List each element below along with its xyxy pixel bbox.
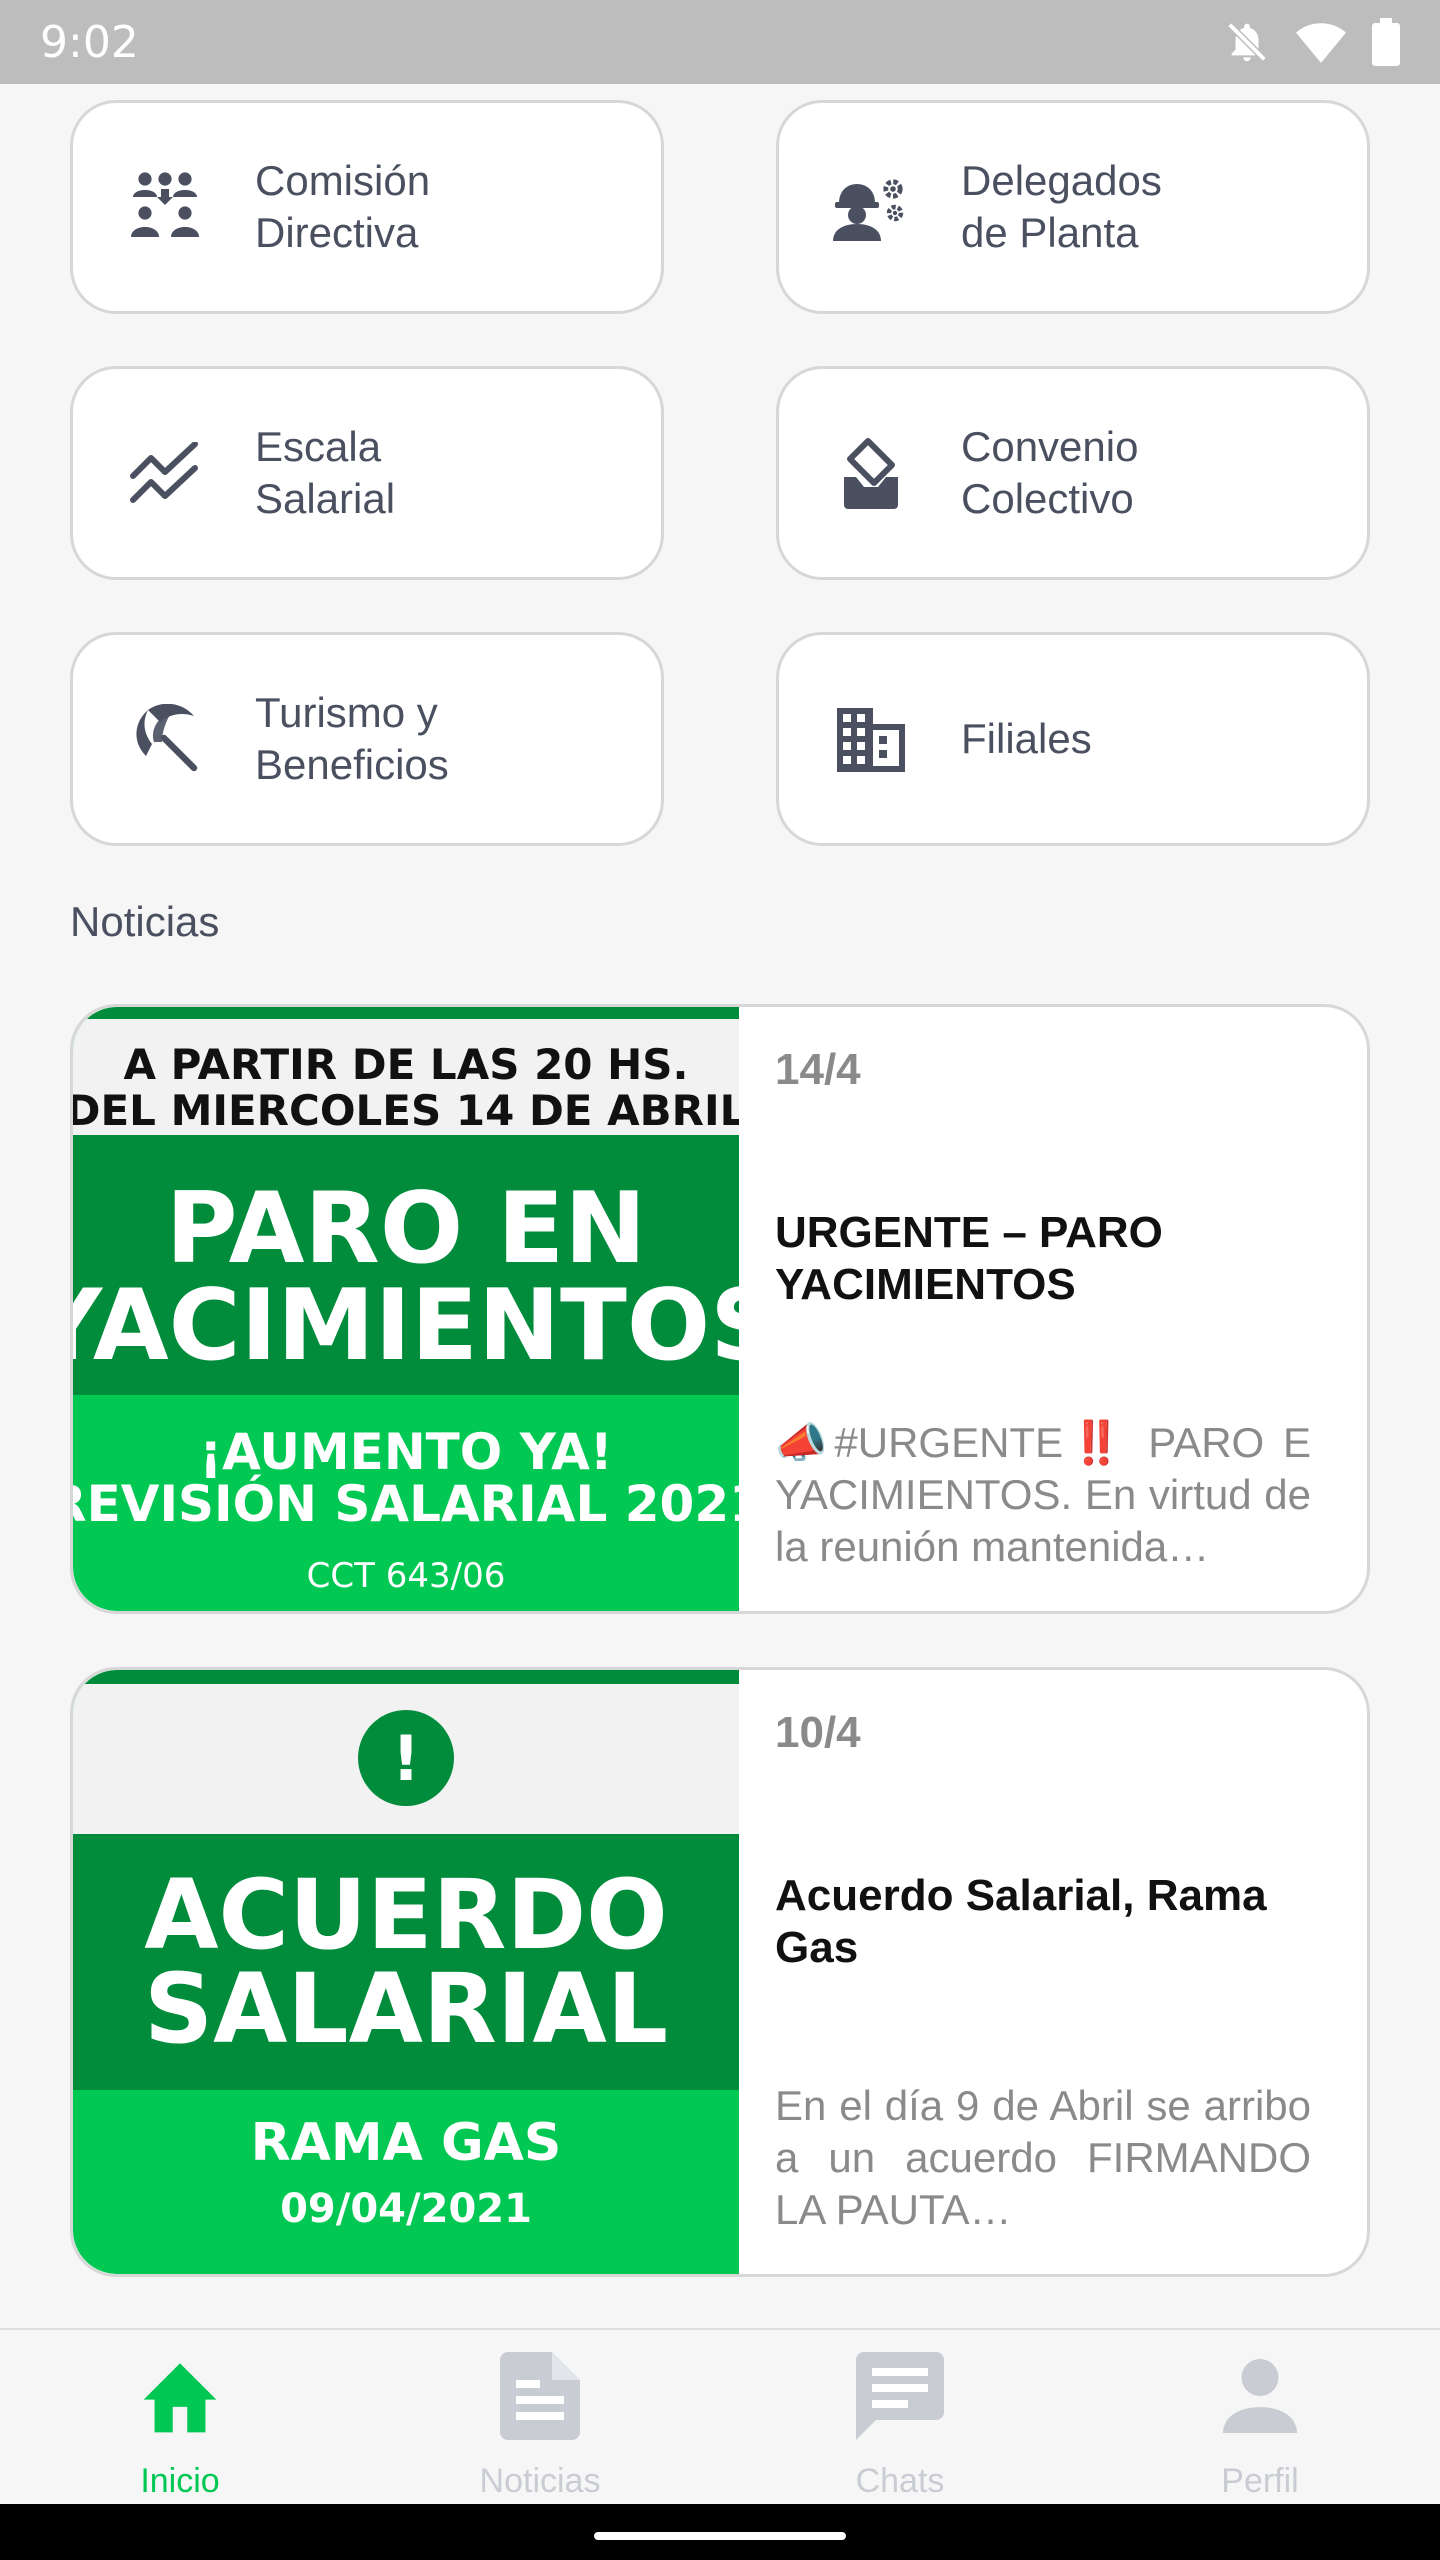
nav-label-inicio: Inicio: [140, 2462, 220, 2500]
filiales-button[interactable]: Filiales: [776, 632, 1370, 846]
home-gesture-handle[interactable]: [594, 2532, 846, 2540]
comision-directiva-button[interactable]: Comisión Directiva: [70, 100, 664, 314]
news-image-graphic: A PARTIR DE LAS 20 HS. DEL MIERCOLES 14 …: [73, 1007, 739, 1611]
home-icon: [143, 2363, 217, 2433]
image-main-line2: SALARIAL: [144, 1953, 668, 2065]
building-icon: [837, 708, 905, 772]
status-time: 9:02: [40, 16, 139, 68]
image-alert-mark: !: [392, 1722, 420, 1795]
notifications-off-icon: [1227, 22, 1267, 62]
nav-label-perfil: Perfil: [1221, 2462, 1299, 2500]
status-icons: [1224, 18, 1400, 66]
person-icon: [1223, 2359, 1297, 2433]
chat-icon: [856, 2352, 944, 2440]
battery-icon: [1372, 18, 1400, 66]
news-image: A PARTIR DE LAS 20 HS. DEL MIERCOLES 14 …: [73, 1007, 739, 1611]
news-body: 14/4 URGENTE – PARO YACIMIENTOS 📣#URGENT…: [775, 1007, 1345, 1611]
image-top-line1: A PARTIR DE LAS 20 HS.: [124, 1040, 689, 1089]
news-excerpt: En el día 9 de Abril se arribo a un acue…: [775, 2082, 1311, 2233]
delegados-de-planta-label: Delegados de Planta: [961, 157, 1162, 256]
image-bottom-line2: 09/04/2021: [280, 2186, 532, 2232]
nav-label-chats: Chats: [855, 2462, 945, 2500]
news-excerpt: 📣#URGENTE‼️ PARO E YACIMIENTOS. En virtu…: [775, 1419, 1311, 1570]
status-bar: 9:02: [0, 0, 1440, 84]
convenio-colectivo-label: Convenio Colectivo: [961, 423, 1139, 522]
bottom-nav: Inicio Noticias Chats Perfil: [0, 2328, 1440, 2504]
turismo-y-beneficios-label: Turismo y Beneficios: [255, 689, 449, 788]
news-card[interactable]: A PARTIR DE LAS 20 HS. DEL MIERCOLES 14 …: [70, 1004, 1370, 1614]
worker-gears-icon: [833, 179, 904, 241]
image-bottom-line1: RAMA GAS: [251, 2113, 562, 2173]
trend-icon: [130, 442, 198, 503]
delegados-de-planta-button[interactable]: Delegados de Planta: [776, 100, 1370, 314]
filiales-label: Filiales: [961, 715, 1092, 762]
image-bottom-line1: ¡AUMENTO YA!: [199, 1423, 612, 1481]
ballot-icon: [844, 438, 898, 509]
news-image: ! ACUERDO SALARIAL RAMA GAS 09/04/2021: [73, 1670, 739, 2274]
news-date: 14/4: [775, 1045, 861, 1094]
news-section-title: Noticias: [70, 898, 220, 945]
escala-salarial-button[interactable]: Escala Salarial: [70, 366, 664, 580]
escala-salarial-label: Escala Salarial: [255, 423, 396, 522]
news-date: 10/4: [775, 1708, 861, 1757]
image-main-line2: YACIMIENTOS: [73, 1269, 739, 1383]
nav-item-chats[interactable]: Chats: [720, 2330, 1080, 2504]
image-bottom-line2: REVISIÓN SALARIAL 2021: [73, 1474, 739, 1533]
system-gesture-bar: [0, 2504, 1440, 2560]
convenio-colectivo-button[interactable]: Convenio Colectivo: [776, 366, 1370, 580]
nav-item-perfil[interactable]: Perfil: [1080, 2330, 1440, 2504]
image-bottom-line3: CCT 643/06: [307, 1556, 506, 1596]
group-icon: [131, 172, 199, 237]
news-image-graphic: ! ACUERDO SALARIAL RAMA GAS 09/04/2021: [73, 1670, 739, 2274]
umbrella-icon: [136, 704, 198, 772]
wifi-icon: [1296, 23, 1346, 63]
image-top-line2: DEL MIERCOLES 14 DE ABRIL: [73, 1086, 739, 1135]
comision-directiva-label: Comisión Directiva: [255, 157, 431, 256]
turismo-y-beneficios-button[interactable]: Turismo y Beneficios: [70, 632, 664, 846]
news-title: URGENTE – PARO YACIMIENTOS: [775, 1208, 1163, 1309]
nav-label-noticias: Noticias: [479, 2462, 601, 2500]
nav-item-inicio[interactable]: Inicio: [0, 2330, 360, 2504]
document-icon: [500, 2352, 580, 2440]
news-title: Acuerdo Salarial, Rama Gas: [775, 1871, 1267, 1972]
news-card[interactable]: ! ACUERDO SALARIAL RAMA GAS 09/04/2021 1…: [70, 1667, 1370, 2277]
nav-item-noticias[interactable]: Noticias: [360, 2330, 720, 2504]
news-body: 10/4 Acuerdo Salarial, Rama Gas En el dí…: [775, 1670, 1345, 2274]
